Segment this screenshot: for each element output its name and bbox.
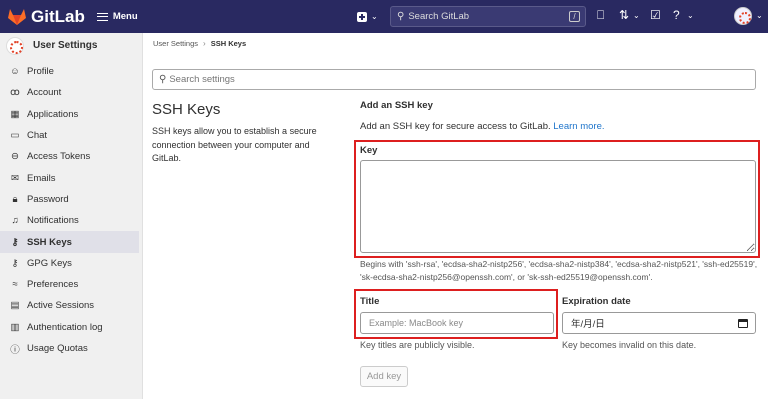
sidebar-item-label: Emails	[27, 172, 56, 184]
sidebar-header[interactable]: User Settings	[0, 33, 142, 58]
key-textarea[interactable]	[360, 160, 756, 253]
hamburger-icon	[96, 12, 108, 21]
breadcrumb: User Settings › SSH Keys	[153, 39, 246, 48]
expiration-date-input[interactable]: 年/月/日	[562, 312, 756, 334]
menu-label: Menu	[112, 11, 138, 22]
form-intro-text: Add an SSH key for secure access to GitL…	[360, 121, 551, 132]
title-input[interactable]	[360, 312, 554, 334]
page-title: SSH Keys	[152, 101, 221, 118]
settings-sidebar: User Settings ☺ Profile ꝏ Account ▦ Applicati…	[0, 33, 143, 399]
sidebar-item-ssh-keys[interactable]: ⚷ SSH Keys	[0, 231, 139, 253]
lock-icon: 🔒︎	[12, 193, 18, 205]
expiration-help-text: Key becomes invalid on this date.	[562, 340, 697, 350]
sidebar-item-label: Account	[27, 87, 62, 99]
sidebar-item-label: Authentication log	[27, 321, 103, 333]
help-icon[interactable]: ?	[673, 8, 680, 22]
sidebar-item-label: Profile	[27, 66, 54, 78]
sidebar-item-applications[interactable]: ▦ Applications	[0, 104, 142, 125]
add-key-button[interactable]: Add key	[360, 366, 408, 387]
sidebar-item-gpg-keys[interactable]: ⚷ GPG Keys	[0, 253, 142, 274]
chevron-down-icon: ⌄	[371, 12, 378, 21]
page-description: SSH keys allow you to establish a secure…	[152, 126, 317, 163]
sidebar-item-label: Chat	[27, 130, 48, 142]
search-shortcut-badge: /	[569, 11, 580, 22]
chevron-down-icon: ⌄	[756, 11, 763, 20]
tanuki-icon	[8, 9, 26, 25]
mail-icon: ✉	[11, 172, 19, 184]
quota-icon: ⓘ	[10, 344, 20, 356]
search-icon: ⚲	[159, 74, 167, 85]
sidebar-item-label: Preferences	[27, 279, 79, 291]
sidebar-item-label: Applications	[27, 108, 79, 120]
gitlab-logo[interactable]: GitLab	[7, 7, 85, 27]
expiration-label: Expiration date	[562, 296, 631, 307]
sidebar-item-authentication-log[interactable]: ▥ Authentication log	[0, 317, 142, 338]
menu-button[interactable]: Menu	[96, 11, 138, 22]
applications-icon: ▦	[10, 108, 20, 120]
sidebar-item-access-tokens[interactable]: ⊖ Access Tokens	[0, 146, 142, 167]
sidebar-item-profile[interactable]: ☺ Profile	[0, 61, 142, 82]
key-help-text: Begins with 'ssh-rsa', 'ecdsa-sha2-nistp…	[360, 259, 758, 282]
todo-icon[interactable]: ☑	[650, 8, 661, 22]
account-icon: ꝏ	[10, 87, 20, 99]
preferences-icon: ≈	[12, 279, 18, 291]
top-navbar: GitLab Menu ⌄ ⚲ Search GitLab / ⎕ ⇅ ⌄ ☑ …	[0, 0, 768, 33]
chevron-down-icon: ⌄	[687, 11, 694, 20]
sidebar-item-active-sessions[interactable]: ▤ Active Sessions	[0, 295, 142, 316]
sidebar-item-emails[interactable]: ✉ Emails	[0, 167, 142, 188]
sessions-icon: ▤	[10, 300, 20, 312]
form-heading: Add an SSH key	[360, 100, 433, 111]
sidebar-item-label: Notifications	[27, 215, 79, 227]
sidebar-item-label: GPG Keys	[27, 257, 72, 269]
sidebar-item-usage-quotas[interactable]: ⓘ Usage Quotas	[0, 338, 142, 359]
sidebar-item-label: Active Sessions	[27, 300, 95, 312]
user-avatar[interactable]	[734, 7, 752, 25]
sidebar-item-label: Usage Quotas	[27, 343, 88, 354]
sidebar-item-notifications[interactable]: ♫ Notifications	[0, 210, 142, 231]
expiration-date-value: 年/月/日	[571, 319, 605, 330]
issues-icon[interactable]: ⎕	[597, 8, 604, 23]
settings-search[interactable]: ⚲	[152, 69, 756, 90]
chevron-right-icon: ›	[203, 39, 206, 48]
sidebar-item-label: Access Tokens	[27, 151, 91, 163]
sidebar-item-label: Password	[27, 193, 69, 205]
sidebar-item-preferences[interactable]: ≈ Preferences	[0, 274, 142, 295]
form-intro: Add an SSH key for secure access to GitL…	[360, 121, 605, 132]
sidebar-item-account[interactable]: ꝏ Account	[0, 82, 142, 103]
sidebar-item-label: SSH Keys	[27, 236, 72, 248]
search-icon: ⚲	[397, 11, 405, 22]
calendar-icon[interactable]	[738, 319, 748, 328]
global-search-placeholder: Search GitLab	[408, 11, 470, 22]
key-label: Key	[360, 145, 378, 156]
bell-icon: ♫	[11, 215, 19, 227]
token-icon: ⊖	[11, 151, 19, 163]
sidebar-nav: ☺ Profile ꝏ Account ▦ Applications ▭ Chat ⊖ Acces…	[0, 61, 142, 359]
title-help-text: Key titles are publicly visible.	[360, 340, 475, 350]
breadcrumb-parent[interactable]: User Settings	[153, 39, 198, 48]
log-icon: ▥	[10, 321, 20, 333]
profile-icon: ☺	[10, 66, 20, 78]
title-label: Title	[360, 296, 380, 307]
chat-icon: ▭	[10, 130, 20, 142]
brand-name: GitLab	[31, 6, 85, 26]
sidebar-item-password[interactable]: 🔒︎ Password	[0, 189, 142, 210]
new-dropdown[interactable]: ⌄	[357, 0, 378, 33]
breadcrumb-current[interactable]: SSH Keys	[211, 39, 246, 48]
sidebar-item-chat[interactable]: ▭ Chat	[0, 125, 142, 146]
key-icon: ⚷	[11, 257, 19, 269]
sidebar-title: User Settings	[33, 40, 98, 51]
key-icon: ⚷	[11, 236, 19, 248]
merge-request-icon[interactable]: ⇅	[619, 8, 629, 22]
global-search[interactable]: ⚲ Search GitLab /	[390, 6, 586, 27]
plus-icon	[357, 11, 367, 22]
chevron-down-icon: ⌄	[633, 11, 640, 20]
settings-search-input[interactable]	[169, 74, 730, 85]
avatar	[6, 36, 24, 55]
learn-more-link[interactable]: Learn more.	[553, 121, 604, 132]
